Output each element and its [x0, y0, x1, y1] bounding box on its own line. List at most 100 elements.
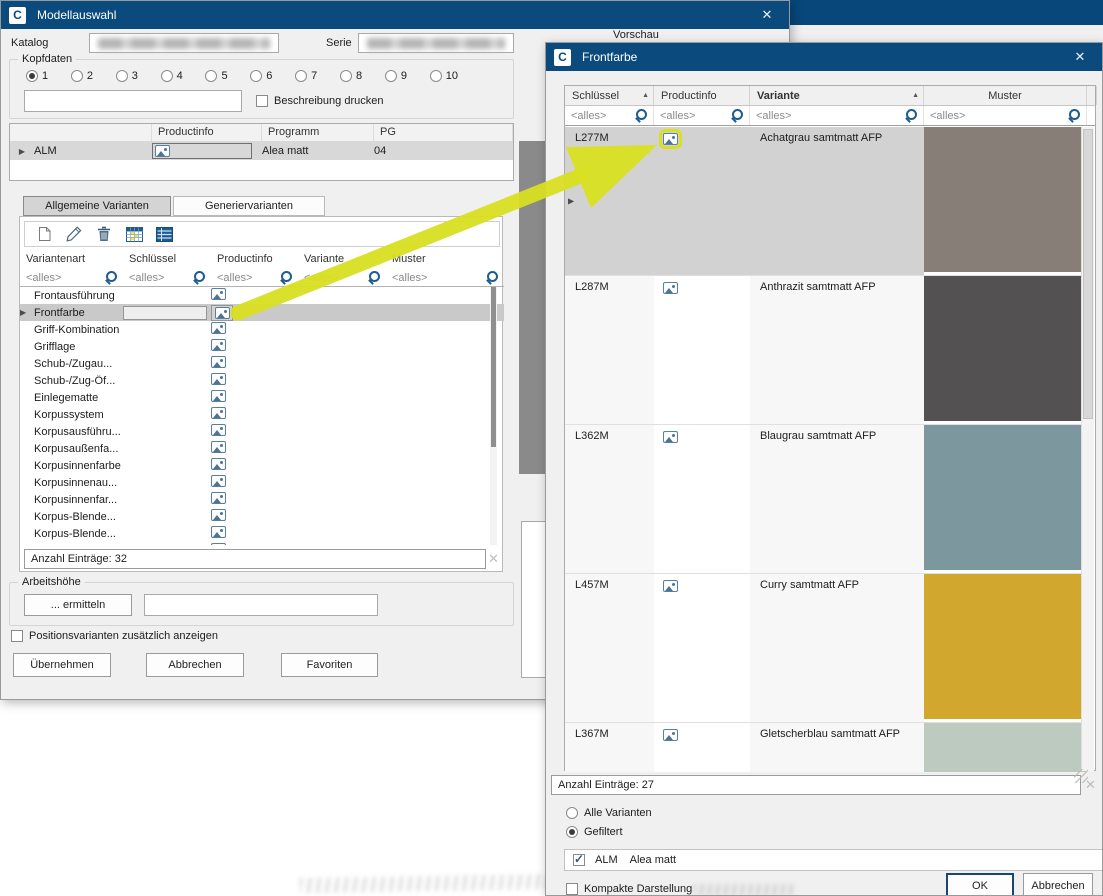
filter-cell[interactable]: <alles> [298, 269, 386, 286]
color-row-L367M[interactable]: L367MGletscherblau samtmatt AFP [565, 723, 1086, 772]
favoriten-button[interactable]: Favoriten [281, 653, 378, 677]
variant-row[interactable]: Schub-/Zugau... [20, 355, 504, 372]
variant-productinfo-cell[interactable] [211, 407, 298, 422]
filter-mode-gefiltert[interactable]: Gefiltert [566, 826, 652, 838]
variant-scrollbar[interactable] [490, 287, 497, 545]
delete-icon[interactable] [95, 225, 113, 243]
resize-grip[interactable] [1074, 769, 1088, 783]
search-icon[interactable] [280, 271, 293, 284]
abbrechen-button[interactable]: Abbrechen [146, 653, 244, 677]
radio-button[interactable] [566, 826, 578, 838]
radio-button[interactable] [205, 70, 217, 82]
color-productinfo-cell[interactable] [654, 425, 750, 573]
radio-button[interactable] [26, 70, 38, 82]
color-swatch[interactable] [924, 127, 1086, 272]
color-row-L362M[interactable]: L362MBlaugrau samtmatt AFP [565, 425, 1086, 574]
column-productinfo[interactable]: Productinfo [152, 124, 262, 141]
kopfdaten-radio-1[interactable]: 1 [26, 70, 48, 82]
radio-button[interactable] [340, 70, 352, 82]
color-muster-cell[interactable] [924, 723, 1086, 772]
variant-productinfo-cell[interactable] [211, 305, 298, 321]
scrollbar-thumb[interactable] [491, 287, 496, 447]
column-muster[interactable]: Muster [924, 86, 1087, 105]
column-variante[interactable]: Variante▲ [750, 86, 924, 105]
variant-row[interactable]: Korpusinnenfar... [20, 491, 504, 508]
variant-row[interactable]: Schub-/Zug-Öf... [20, 372, 504, 389]
scrollbar-thumb[interactable] [1083, 129, 1093, 419]
radio-button[interactable] [250, 70, 262, 82]
tab-generiervarianten[interactable]: Generiervarianten [173, 196, 325, 216]
column-pg[interactable]: PG [374, 124, 513, 141]
color-row-L287M[interactable]: L287MAnthrazit samtmatt AFP [565, 276, 1086, 425]
variant-row[interactable]: Korpusausführu... [20, 423, 504, 440]
variant-productinfo-cell[interactable] [211, 475, 298, 490]
ok-button[interactable]: OK [946, 873, 1014, 896]
variant-row[interactable]: Korpusaußenfa... [20, 440, 504, 457]
close-icon[interactable]: ✕ [1066, 49, 1094, 65]
frontfarbe-scrollbar[interactable] [1081, 127, 1094, 771]
filter-cell[interactable]: <alles> [565, 106, 654, 125]
close-icon[interactable]: ✕ [753, 7, 781, 23]
color-swatch[interactable] [924, 574, 1086, 719]
column-programm[interactable]: Programm [262, 124, 374, 141]
beschreibung-drucken-checkbox[interactable] [256, 95, 268, 107]
clear-icon[interactable]: ✕ [488, 551, 499, 567]
variant-productinfo-cell[interactable] [211, 509, 298, 524]
kompakte-darstellung-checkbox[interactable] [566, 883, 578, 895]
variant-productinfo-cell[interactable] [211, 441, 298, 456]
variant-row[interactable]: Korpus-Blende... [20, 508, 504, 525]
kopfdaten-radio-8[interactable]: 8 [340, 70, 362, 82]
kopfdaten-radio-3[interactable]: 3 [116, 70, 138, 82]
kopfdaten-radio-2[interactable]: 2 [71, 70, 93, 82]
kopfdaten-radio-4[interactable]: 4 [161, 70, 183, 82]
search-icon[interactable] [486, 271, 499, 284]
column-variante[interactable]: Variante [298, 251, 386, 269]
filter-cell[interactable]: <alles> [123, 269, 211, 286]
variant-productinfo-cell[interactable] [211, 356, 298, 371]
variant-row[interactable]: Korpussystem [20, 406, 504, 423]
radio-button[interactable] [71, 70, 83, 82]
variant-productinfo-cell[interactable] [211, 458, 298, 473]
search-icon[interactable] [731, 109, 744, 122]
beschreibung-drucken-row[interactable]: Beschreibung drucken [256, 95, 383, 107]
filter-mode-alle-varianten[interactable]: Alle Varianten [566, 807, 652, 819]
tab-allgemeine-varianten[interactable]: Allgemeine Varianten [23, 196, 171, 216]
kopfdaten-radio-5[interactable]: 5 [205, 70, 227, 82]
radio-button[interactable] [430, 70, 442, 82]
modellauswahl-titlebar[interactable]: C Modellauswahl ✕ [1, 1, 789, 29]
model-productinfo-cell[interactable] [152, 143, 252, 159]
column-productinfo[interactable]: Productinfo [654, 86, 750, 105]
search-icon[interactable] [905, 109, 918, 122]
variant-productinfo-cell[interactable] [211, 424, 298, 439]
variant-productinfo-cell[interactable] [211, 322, 298, 337]
program-filter-row[interactable]: ALM Alea matt [564, 849, 1103, 871]
variant-row[interactable]: Korpusinnenfarbe [20, 457, 504, 474]
katalog-input[interactable] [89, 33, 279, 53]
variant-productinfo-cell[interactable] [211, 526, 298, 541]
positionsvarianten-checkbox[interactable] [11, 630, 23, 642]
filter-cell[interactable]: <alles> [750, 106, 924, 125]
variant-productinfo-cell[interactable] [211, 288, 298, 303]
serie-input[interactable] [358, 33, 514, 53]
radio-button[interactable] [295, 70, 307, 82]
variant-row[interactable]: Frontausführung [20, 287, 504, 304]
variant-productinfo-cell[interactable] [211, 390, 298, 405]
color-productinfo-cell[interactable] [654, 574, 750, 722]
color-swatch[interactable] [924, 723, 1086, 772]
variant-schluessel-cell[interactable] [123, 306, 211, 320]
radio-button[interactable] [566, 807, 578, 819]
variant-row[interactable]: Korpusinnenau... [20, 474, 504, 491]
kopfdaten-input[interactable] [24, 90, 242, 112]
edit-box[interactable] [123, 306, 207, 320]
kopfdaten-radio-7[interactable]: 7 [295, 70, 317, 82]
kopfdaten-radio-9[interactable]: 9 [385, 70, 407, 82]
column-muster[interactable]: Muster [386, 251, 504, 269]
color-productinfo-cell[interactable] [654, 276, 750, 424]
column-schluessel[interactable]: Schlüssel [123, 251, 211, 269]
variant-productinfo-cell[interactable] [211, 373, 298, 388]
column-variantenart[interactable]: Variantenart [20, 251, 123, 269]
variant-row[interactable]: Einlegematte [20, 389, 504, 406]
variant-productinfo-cell[interactable] [211, 492, 298, 507]
alm-checkbox[interactable] [573, 854, 585, 866]
search-icon[interactable] [635, 109, 648, 122]
